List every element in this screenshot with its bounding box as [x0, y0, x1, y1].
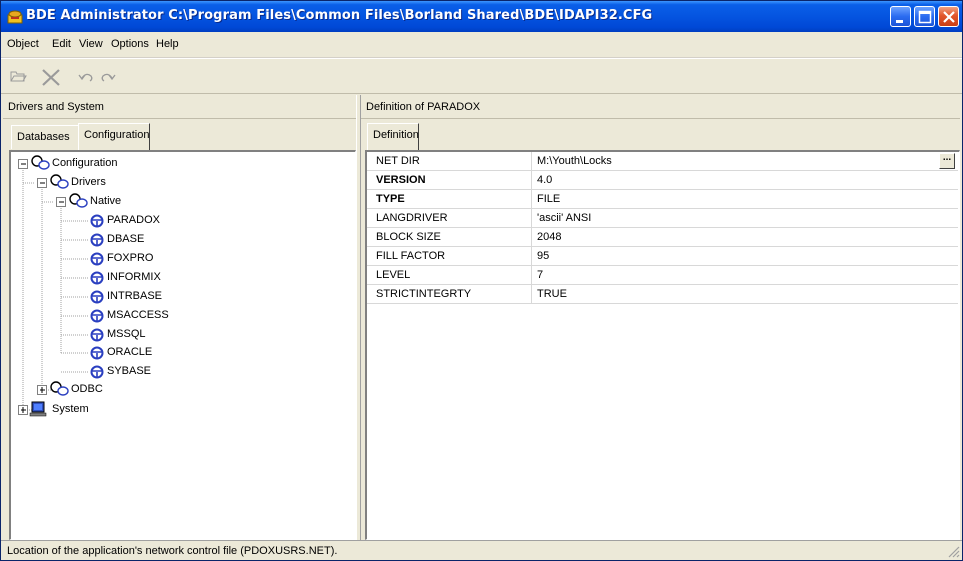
app-icon	[7, 10, 23, 24]
row-name: LEVEL	[376, 269, 411, 281]
row-value[interactable]: 95	[537, 250, 549, 262]
definition-header: Definition of PARADOX	[361, 95, 960, 119]
tab-configuration[interactable]: Configuration	[78, 123, 150, 150]
dbase-driver-icon	[90, 233, 104, 247]
tree-item-foxpro[interactable]: FOXPRO	[107, 252, 153, 264]
tree-item-dbase[interactable]: DBASE	[107, 233, 144, 245]
menu-object[interactable]: Object	[7, 38, 39, 50]
grid-row-net-dir[interactable]: NET DIR M:\Youth\Locks ...	[367, 152, 958, 171]
redo-icon[interactable]	[99, 67, 117, 85]
informix-driver-icon	[90, 271, 104, 285]
tree-item-odbc[interactable]: ODBC	[71, 383, 103, 395]
collapse-drivers-icon	[37, 178, 47, 188]
row-value[interactable]: 2048	[537, 231, 561, 243]
drivers-icon	[50, 174, 69, 189]
maximize-button[interactable]	[914, 6, 935, 27]
collapse-native-icon	[56, 197, 66, 207]
tree-item-mssql[interactable]: MSSQL	[107, 328, 146, 340]
sybase-driver-icon	[90, 365, 104, 379]
maximize-icon	[918, 10, 932, 24]
grid-row-strictintegrty[interactable]: STRICTINTEGRTY TRUE	[367, 285, 958, 304]
minimize-icon	[896, 20, 903, 23]
menu-bar: Object Edit View Options Help	[1, 32, 962, 58]
tree-item-sybase[interactable]: SYBASE	[107, 365, 151, 377]
tree-item-paradox[interactable]: PARADOX	[107, 214, 160, 226]
intrbase-driver-icon	[90, 290, 104, 304]
native-icon	[69, 193, 88, 208]
row-value[interactable]: FILE	[537, 193, 560, 205]
drivers-system-header: Drivers and System	[3, 95, 356, 119]
oracle-driver-icon	[90, 346, 104, 360]
menu-options[interactable]: Options	[111, 38, 149, 50]
row-name: VERSION	[376, 174, 426, 186]
status-bar: Location of the application's network co…	[1, 540, 962, 560]
window-title: BDE Administrator C:\Program Files\Commo…	[26, 8, 653, 23]
row-name: BLOCK SIZE	[376, 231, 441, 243]
net-dir-value-input[interactable]: M:\Youth\Locks	[537, 155, 612, 167]
toolbar	[1, 58, 962, 94]
definition-grid: NET DIR M:\Youth\Locks ... VERSION 4.0 T…	[365, 150, 960, 540]
system-icon	[29, 401, 47, 417]
tab-definition-label: Definition	[373, 129, 419, 141]
close-icon	[943, 11, 955, 23]
configuration-tree[interactable]: Configuration Drivers Native PARADOX DBA…	[9, 150, 356, 540]
status-text: Location of the application's network co…	[7, 545, 338, 557]
odbc-icon	[50, 381, 69, 396]
row-value[interactable]: TRUE	[537, 288, 567, 300]
grid-row-fill-factor[interactable]: FILL FACTOR 95	[367, 247, 958, 266]
row-name: STRICTINTEGRTY	[376, 288, 472, 300]
menu-edit[interactable]: Edit	[52, 38, 71, 50]
tab-databases-label: Databases	[17, 131, 70, 143]
row-name: NET DIR	[376, 155, 420, 167]
configuration-icon	[31, 155, 50, 170]
row-value[interactable]: 7	[537, 269, 543, 281]
browse-ellipsis-button[interactable]: ...	[939, 153, 955, 169]
tree-item-oracle[interactable]: ORACLE	[107, 346, 152, 358]
grid-row-block-size[interactable]: BLOCK SIZE 2048	[367, 228, 958, 247]
title-bar[interactable]: BDE Administrator C:\Program Files\Commo…	[1, 1, 962, 32]
tab-configuration-label: Configuration	[84, 129, 150, 141]
delete-icon[interactable]	[39, 67, 63, 87]
collapse-configuration-icon	[18, 159, 28, 169]
undo-icon[interactable]	[77, 67, 95, 85]
tree-item-configuration[interactable]: Configuration	[52, 157, 117, 169]
foxpro-driver-icon	[90, 252, 104, 266]
grid-row-type[interactable]: TYPE FILE	[367, 190, 958, 209]
bde-administrator-window: BDE Administrator C:\Program Files\Commo…	[0, 0, 963, 561]
tree-item-drivers[interactable]: Drivers	[71, 176, 106, 188]
expand-system-icon	[18, 405, 28, 415]
resize-grip-icon[interactable]	[947, 545, 960, 558]
grid-row-level[interactable]: LEVEL 7	[367, 266, 958, 285]
msaccess-driver-icon	[90, 309, 104, 323]
menu-help[interactable]: Help	[156, 38, 179, 50]
row-name: TYPE	[376, 193, 405, 205]
grid-row-langdriver[interactable]: LANGDRIVER 'ascii' ANSI	[367, 209, 958, 228]
row-name: LANGDRIVER	[376, 212, 448, 224]
tree-item-msaccess[interactable]: MSACCESS	[107, 309, 169, 321]
tab-databases[interactable]: Databases	[11, 125, 79, 149]
row-value[interactable]: 'ascii' ANSI	[537, 212, 591, 224]
row-name: FILL FACTOR	[376, 250, 446, 262]
menu-view[interactable]: View	[79, 38, 103, 50]
tree-lines	[18, 155, 104, 417]
row-value[interactable]: 4.0	[537, 174, 552, 186]
tree-item-system[interactable]: System	[52, 403, 89, 415]
paradox-driver-icon	[90, 214, 104, 228]
expand-odbc-icon	[37, 385, 47, 395]
tree-item-intrbase[interactable]: INTRBASE	[107, 290, 162, 302]
tree-item-informix[interactable]: INFORMIX	[107, 271, 161, 283]
panel-splitter[interactable]	[356, 95, 361, 540]
close-button[interactable]	[938, 6, 959, 27]
open-icon[interactable]	[9, 67, 27, 85]
grid-row-version[interactable]: VERSION 4.0	[367, 171, 958, 190]
tree-item-native[interactable]: Native	[90, 195, 121, 207]
minimize-button[interactable]	[890, 6, 911, 27]
mssql-driver-icon	[90, 328, 104, 342]
tab-definition[interactable]: Definition	[367, 123, 419, 150]
